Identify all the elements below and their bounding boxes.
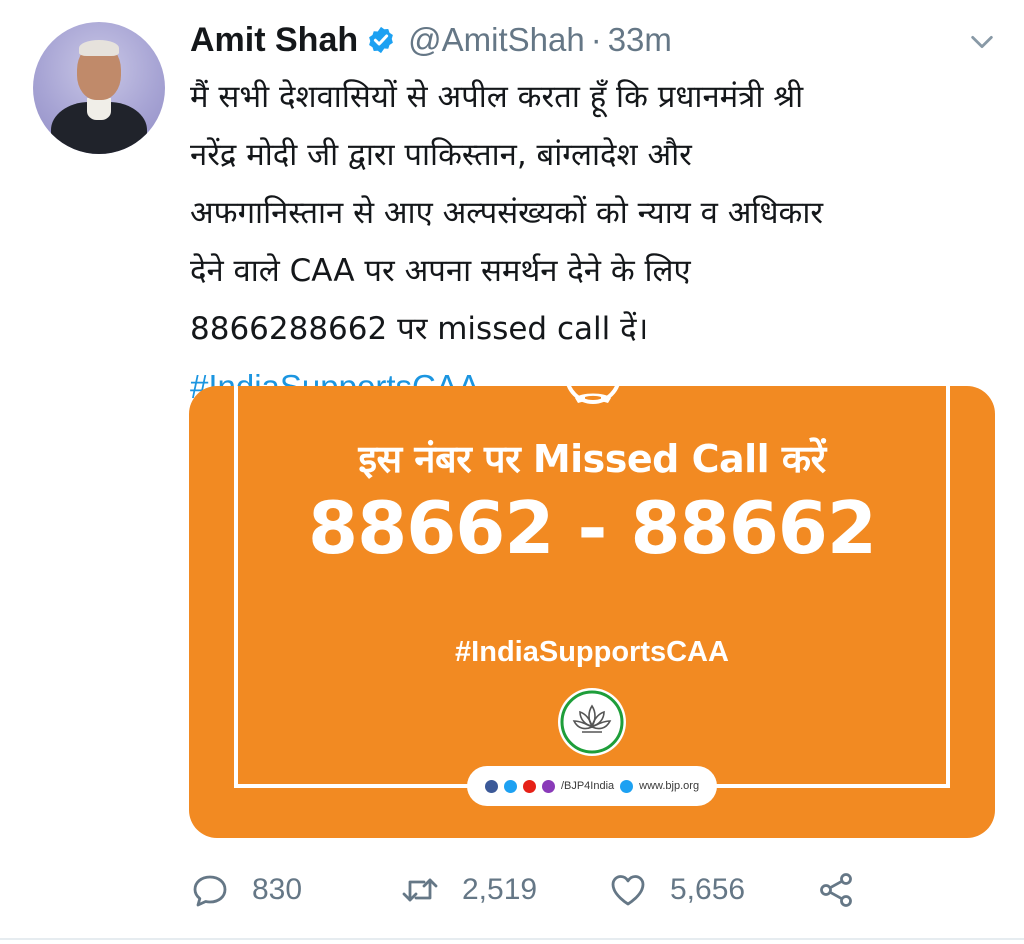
tweet-text: मैं सभी देशवासियों से अपील करता हूँ कि प…: [190, 68, 1000, 416]
facebook-icon: [484, 779, 498, 793]
card-phone-number: 88662 - 88662: [308, 486, 877, 570]
share-icon: [820, 873, 852, 907]
tweet-text-line: देने वाले CAA पर अपना समर्थन देने के लिए: [190, 253, 691, 289]
tweet-text-line: 8866288662 पर missed call दें।: [190, 311, 649, 347]
card-footer-handle: /BJP4India: [560, 780, 615, 792]
bjp-lotus-logo: [558, 688, 626, 756]
card-hashtag: #IndiaSupportsCAA: [455, 636, 729, 668]
chevron-down-icon[interactable]: [968, 28, 996, 56]
avatar-collar: [87, 98, 111, 120]
reply-button[interactable]: 830: [190, 864, 302, 916]
globe-icon: [620, 779, 634, 793]
tweet-text-line: मैं सभी देशवासियों से अपील करता हूँ कि प…: [190, 79, 804, 115]
tweet-actions: 830 2,519 5,656: [190, 864, 890, 916]
retweet-icon: [402, 878, 438, 902]
twitter-icon: [503, 779, 517, 793]
card-footer-site: www.bjp.org: [639, 780, 700, 792]
avatar-hair: [79, 40, 119, 56]
reply-count: 830: [252, 873, 303, 906]
retweet-button[interactable]: 2,519: [400, 864, 537, 916]
media-image-card[interactable]: इस नंबर पर Missed Call करें 88662 - 8866…: [189, 386, 995, 838]
card-footer-social: /BJP4India www.bjp.org: [467, 766, 717, 806]
author-name[interactable]: Amit Shah: [190, 21, 358, 60]
reply-icon: [193, 875, 227, 907]
divider: [0, 938, 1024, 940]
instagram-icon: [541, 779, 555, 793]
avatar[interactable]: [33, 22, 165, 154]
separator-dot: ·: [590, 21, 602, 58]
card-headline: इस नंबर पर Missed Call करें: [358, 437, 826, 481]
author-handle[interactable]: @AmitShah: [408, 21, 585, 59]
heart-icon: [611, 875, 645, 906]
verified-badge-icon: [369, 26, 393, 54]
tweet-timestamp[interactable]: 33m: [608, 21, 672, 59]
phone-icon: [575, 393, 611, 403]
youtube-icon: [522, 779, 536, 793]
tweet-text-line: नरेंद्र मोदी जी द्वारा पाकिस्तान, बांग्ल…: [190, 137, 692, 173]
lotus-icon: [560, 690, 624, 754]
tweet-text-line: अफगानिस्तान से आए अल्पसंख्यकों को न्याय …: [190, 195, 824, 231]
retweet-count: 2,519: [462, 873, 538, 906]
tweet[interactable]: Amit Shah @AmitShah · 33m मैं सभी देशवास…: [0, 0, 1024, 944]
tweet-header: Amit Shah @AmitShah · 33m: [190, 18, 672, 62]
like-button[interactable]: 5,656: [608, 864, 745, 916]
like-count: 5,656: [670, 873, 746, 906]
share-button[interactable]: [816, 864, 856, 916]
